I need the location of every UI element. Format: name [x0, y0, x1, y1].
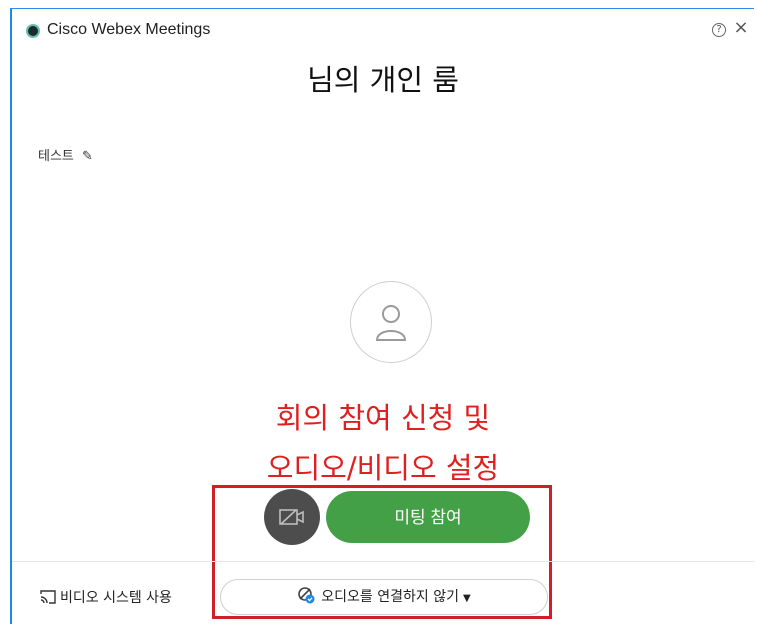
bottom-divider	[12, 561, 754, 562]
caret-down-icon: ▼	[463, 593, 471, 604]
audio-option-label: 오디오를 연결하지 않기	[321, 589, 459, 605]
app-title: Cisco Webex Meetings	[47, 21, 211, 38]
join-meeting-button[interactable]: 미팅 참여	[326, 491, 530, 543]
close-icon[interactable]: ×	[732, 18, 750, 38]
help-icon[interactable]: ?	[712, 23, 726, 37]
pencil-icon[interactable]: ✎	[82, 149, 93, 164]
video-off-icon	[279, 509, 304, 525]
annotation-line-1: 회의 참여 신청 및	[275, 401, 491, 435]
room-title: 님의 개인 룸	[307, 63, 459, 97]
video-toggle-button[interactable]	[264, 489, 320, 545]
host-name-row[interactable]: 테스트 ✎	[38, 145, 93, 164]
host-name: 테스트	[38, 149, 74, 164]
audio-off-icon	[298, 587, 315, 604]
user-avatar-icon	[350, 281, 432, 363]
webex-window: Cisco Webex Meetings ? × 님의 개인 룸 테스트 ✎ 회…	[10, 8, 754, 624]
video-system-label: 비디오 시스템 사용	[60, 590, 172, 606]
audio-connection-dropdown[interactable]: 오디오를 연결하지 않기 ▼	[220, 579, 548, 615]
cast-icon	[40, 590, 56, 604]
webex-logo-icon	[26, 24, 40, 38]
video-system-link[interactable]: 비디오 시스템 사용	[40, 587, 172, 607]
title-bar: Cisco Webex Meetings ? ×	[12, 9, 754, 43]
annotation-line-2: 오디오/비디오 설정	[266, 451, 500, 485]
